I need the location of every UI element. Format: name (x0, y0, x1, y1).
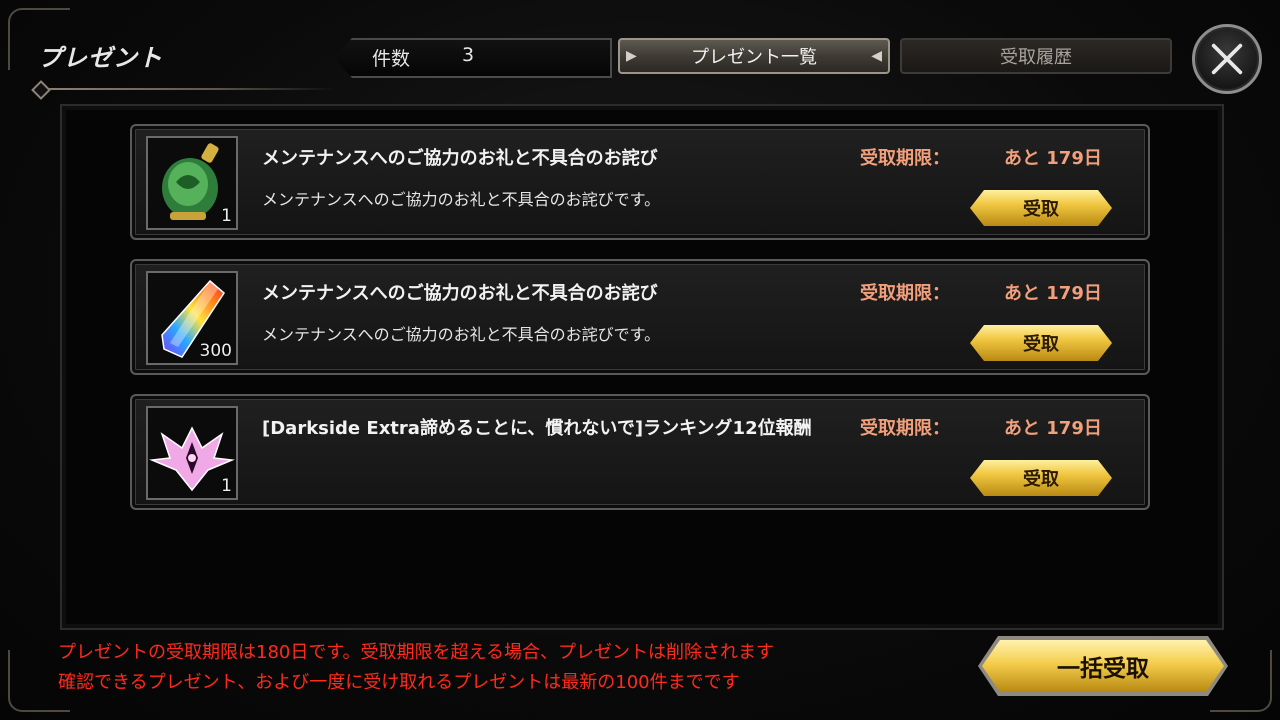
item-count-value: 3 (462, 44, 475, 66)
item-title: メンテナンスへのご協力のお礼と不具合のお詫び (262, 283, 658, 304)
item-deadline-label: 受取期限： (860, 418, 950, 439)
item-count-label: 件数 (372, 48, 411, 70)
item-deadline-value: あと 179日 (1004, 148, 1102, 169)
item-icon-frame: 1 (146, 136, 238, 230)
chevron-left-icon: ◀ (871, 48, 882, 64)
receive-button[interactable]: 受取 (970, 190, 1112, 226)
item-deadline-label: 受取期限： (860, 148, 950, 169)
item-quantity: 1 (221, 476, 232, 496)
receive-button[interactable]: 受取 (970, 460, 1112, 496)
notice-text: プレゼントの受取期限は180日です。受取期限を超える場合、プレゼントは削除されま… (58, 642, 775, 663)
tab-receive-history-label: 受取履歴 (1000, 47, 1072, 68)
item-deadline-value: あと 179日 (1004, 418, 1102, 439)
item-quantity: 1 (221, 206, 232, 226)
item-description: メンテナンスへのご協力のお礼と不具合のお詫びです。 (262, 190, 661, 209)
tab-present-list[interactable]: ▶ プレゼント一覧 ◀ (618, 38, 890, 74)
item-description: メンテナンスへのご協力のお礼と不具合のお詫びです。 (262, 325, 661, 344)
present-item: 300 メンテナンスへのご協力のお礼と不具合のお詫び メンテナンスへのご協力のお… (130, 259, 1150, 375)
tab-present-list-label: プレゼント一覧 (691, 47, 817, 68)
bulk-receive-button[interactable]: 一括受取 (982, 640, 1224, 692)
item-deadline-label: 受取期限： (860, 283, 950, 304)
close-icon (1211, 43, 1243, 75)
item-title: [Darkside Extra諦めることに、慣れないで]ランキング12位報酬 (262, 418, 812, 439)
present-item: 1 メンテナンスへのご協力のお礼と不具合のお詫び メンテナンスへのご協力のお礼と… (130, 124, 1150, 240)
chevron-right-icon: ▶ (626, 48, 637, 64)
title-underline (36, 88, 336, 90)
item-icon-frame: 300 (146, 271, 238, 365)
item-deadline-value: あと 179日 (1004, 283, 1102, 304)
notice-text: 確認できるプレゼント、および一度に受け取れるプレゼントは最新の100件までです (58, 672, 740, 693)
item-quantity: 300 (199, 341, 232, 361)
item-title: メンテナンスへのご協力のお礼と不具合のお詫び (262, 148, 658, 169)
receive-button[interactable]: 受取 (970, 325, 1112, 361)
page-title: プレゼント (38, 44, 163, 72)
close-button[interactable] (1192, 24, 1262, 94)
item-icon-frame: 1 (146, 406, 238, 500)
tab-receive-history[interactable]: 受取履歴 (900, 38, 1172, 74)
present-item: 1 [Darkside Extra諦めることに、慣れないで]ランキング12位報酬… (130, 394, 1150, 510)
